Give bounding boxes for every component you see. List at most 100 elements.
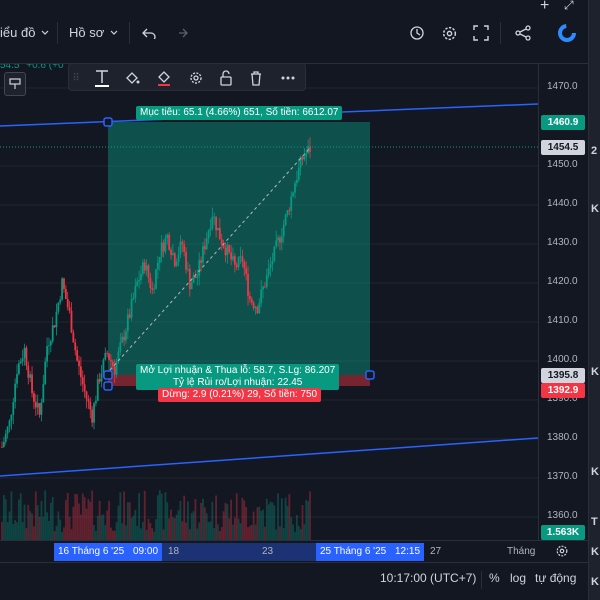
candle-body — [164, 238, 167, 252]
price-tick: 1440.0 — [547, 198, 578, 209]
chart-settings-button[interactable] — [436, 20, 462, 46]
volume-bar — [89, 501, 92, 540]
chevron-down-icon — [41, 30, 49, 35]
trendline-lower[interactable] — [0, 437, 538, 477]
time-axis-settings-button[interactable] — [555, 544, 571, 560]
candle-body — [282, 224, 285, 237]
volume-bar — [213, 528, 216, 540]
range-start-time: 09:00 — [132, 546, 159, 557]
volume-bar — [187, 501, 189, 540]
price-tick: 1430.0 — [547, 237, 578, 248]
drag-handle[interactable]: ⠿ — [71, 67, 81, 89]
volume-bar — [211, 501, 214, 540]
chart-type-dropdown[interactable]: iểu đồ — [0, 25, 49, 40]
share-button[interactable] — [510, 20, 536, 46]
volume-bar — [297, 525, 300, 540]
volume-bar — [177, 510, 180, 540]
candle-body — [25, 347, 28, 366]
candle-body — [68, 307, 71, 311]
volume-bar — [262, 509, 264, 540]
candle-body — [220, 239, 223, 245]
candle-body — [98, 379, 101, 382]
undo-button[interactable] — [136, 20, 162, 46]
background-color-button[interactable] — [153, 67, 175, 89]
drawing-toolbar: ⠿ — [68, 63, 306, 91]
volume-bar — [237, 518, 240, 540]
candle-body — [14, 383, 17, 403]
candle-body — [203, 246, 206, 250]
legend-settings-button[interactable] — [4, 72, 26, 96]
candle-body — [207, 230, 210, 239]
candle-body — [258, 303, 261, 314]
percent-scale-toggle[interactable]: % — [489, 571, 500, 585]
candle-body — [85, 391, 88, 399]
handle-target[interactable] — [103, 117, 113, 127]
volume-tag: 1.563K — [541, 525, 585, 540]
volume-bar — [258, 506, 261, 540]
fullscreen-button[interactable] — [468, 20, 494, 46]
handle-entry-right[interactable] — [365, 370, 375, 380]
volume-bar — [110, 527, 112, 540]
target-label: Mục tiêu: 65.1 (4.66%) 651, Số tiền: 661… — [136, 106, 343, 120]
redo-button[interactable] — [168, 20, 194, 46]
volume-bar — [254, 524, 257, 540]
volume-bar — [228, 518, 231, 540]
candle-body — [279, 237, 281, 243]
undo-icon — [142, 28, 156, 39]
candle-body — [303, 156, 306, 160]
delete-button[interactable] — [245, 67, 267, 89]
volume-bar — [175, 514, 178, 540]
handle-entry[interactable] — [103, 370, 113, 380]
volume-bar — [78, 503, 80, 540]
fill-color-button[interactable] — [121, 67, 143, 89]
range-end-tag: 25 Tháng 6 '25 12:15 — [316, 543, 424, 561]
profile-dropdown[interactable]: Hồ sơ — [69, 25, 118, 40]
volume-bar — [33, 526, 35, 540]
volume-bar — [181, 521, 184, 540]
candle-body — [288, 210, 291, 211]
settings-button[interactable] — [185, 67, 207, 89]
candle-body — [305, 153, 308, 157]
stop-price-tag: 1392.9 — [541, 383, 585, 398]
volume-bar — [194, 498, 197, 540]
candle-body — [256, 306, 259, 314]
gear-icon — [190, 72, 202, 84]
auto-scale-toggle[interactable]: tự động — [535, 571, 576, 585]
profit-zone[interactable] — [108, 122, 370, 375]
candle-body — [2, 441, 5, 447]
volume-bar — [277, 493, 279, 540]
redo-icon — [179, 28, 188, 38]
range-band — [162, 543, 316, 561]
price-chart[interactable] — [0, 64, 538, 540]
add-icon[interactable]: + — [540, 0, 549, 15]
candle-body — [183, 244, 186, 252]
volume-bar — [83, 497, 86, 540]
candle-body — [200, 260, 202, 263]
price-tick: 1400.0 — [547, 354, 578, 365]
text-tool-button[interactable] — [91, 67, 113, 89]
candle-body — [230, 252, 233, 260]
candle-body — [59, 299, 62, 303]
volume-bar — [280, 498, 283, 540]
volume-bar — [14, 520, 17, 540]
expand-icon[interactable]: ⤢ — [564, 0, 574, 13]
candle-body — [181, 241, 184, 245]
log-scale-toggle[interactable]: log — [510, 571, 526, 585]
candle-body — [295, 180, 298, 184]
volume-bar — [87, 499, 90, 540]
handle-stop[interactable] — [103, 381, 113, 391]
clock-display[interactable]: 10:17:00 (UTC+7) — [380, 571, 476, 585]
price-axis[interactable]: 1470.0 1450.0 1440.0 1430.0 1420.0 1410.… — [538, 64, 588, 540]
volume-bar — [235, 493, 238, 540]
candle-body — [233, 256, 236, 265]
volume-bar — [141, 521, 144, 540]
alert-button[interactable] — [405, 20, 431, 46]
more-button[interactable] — [277, 67, 299, 89]
candle-body — [301, 156, 304, 160]
time-axis[interactable]: 16 Tháng 6 '25 09:00 18 23 25 Tháng 6 '2… — [0, 540, 588, 562]
volume-bar — [29, 511, 32, 540]
candle-body — [179, 241, 182, 255]
lock-button[interactable] — [215, 67, 237, 89]
entry-price-tag: 1395.8 — [541, 368, 585, 383]
app-logo[interactable] — [554, 20, 580, 46]
